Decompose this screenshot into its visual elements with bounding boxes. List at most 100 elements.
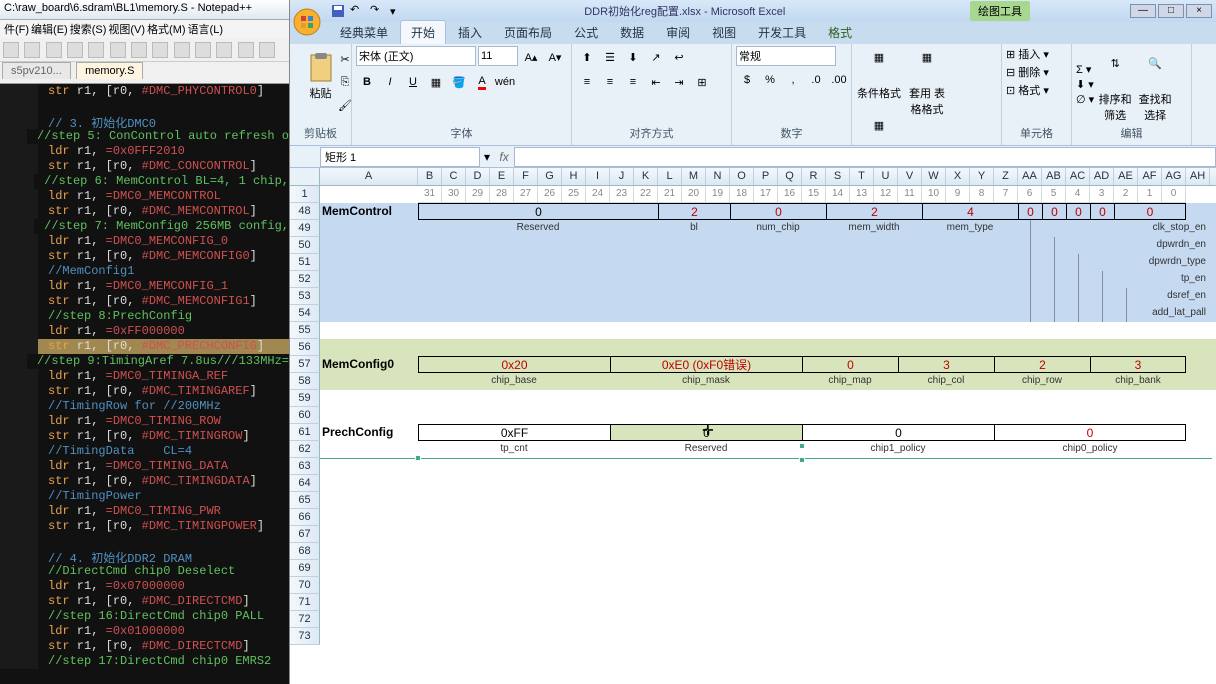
decrease-font-icon[interactable]: A▾ (544, 46, 566, 68)
column-header[interactable]: AH (1186, 168, 1210, 185)
column-header[interactable]: C (442, 168, 466, 185)
column-header[interactable]: F (514, 168, 538, 185)
column-header[interactable]: X (946, 168, 970, 185)
align-top-icon[interactable]: ⬆ (576, 46, 598, 68)
code-line[interactable]: //TimingData CL=4 (0, 444, 289, 459)
comma-icon[interactable]: , (782, 69, 804, 91)
column-header[interactable]: V (898, 168, 922, 185)
register-field[interactable]: 2 (658, 203, 730, 220)
ribbon-tab-格式[interactable]: 格式 (818, 21, 862, 44)
code-line[interactable]: ldr r1, =DMC0_TIMING_PWR (0, 504, 289, 519)
code-line[interactable]: str r1, [r0, #DMC_PHYCONTROL0] (0, 84, 289, 99)
redo-icon[interactable] (216, 42, 232, 58)
print-icon[interactable] (110, 42, 126, 58)
decrease-indent-icon[interactable]: ⇤ (645, 71, 667, 93)
row-header[interactable]: 49 (290, 220, 320, 237)
fill-icon[interactable]: ⬇ ▾ (1076, 78, 1094, 91)
save-icon[interactable] (46, 42, 62, 58)
row-header[interactable]: 69 (290, 560, 320, 577)
copy-icon[interactable]: ⎘ (334, 71, 356, 93)
column-header[interactable]: T (850, 168, 874, 185)
copy-icon[interactable] (152, 42, 168, 58)
register-field[interactable]: 0 (418, 203, 658, 220)
code-line[interactable]: //TimingPower (0, 489, 289, 504)
increase-decimal-icon[interactable]: .0 (805, 69, 827, 91)
code-line[interactable]: ldr r1, =DMC0_TIMING_DATA (0, 459, 289, 474)
column-header[interactable]: P (754, 168, 778, 185)
row-header[interactable]: 67 (290, 526, 320, 543)
column-header[interactable]: I (586, 168, 610, 185)
column-header[interactable]: S (826, 168, 850, 185)
row-header[interactable]: 57 (290, 356, 320, 373)
row-header[interactable]: 72 (290, 611, 320, 628)
code-line[interactable]: // 4. 初始化DDR2 DRAM (0, 549, 289, 564)
column-header[interactable]: B (418, 168, 442, 185)
row-header[interactable]: 48 (290, 203, 320, 220)
bold-button[interactable]: B (356, 71, 378, 93)
close-button[interactable]: × (1186, 4, 1212, 18)
notepad-tab-1[interactable]: memory.S (76, 62, 143, 79)
register-field[interactable]: 0 (802, 424, 994, 441)
row-header[interactable]: 51 (290, 254, 320, 271)
notepad-menu-item[interactable]: 搜索(S) (70, 24, 107, 36)
format-painter-icon[interactable]: 🖌 (334, 94, 356, 116)
column-header[interactable]: J (610, 168, 634, 185)
register-field[interactable]: 3 (898, 356, 994, 373)
office-button[interactable] (290, 0, 324, 44)
notepad-toolbar[interactable] (0, 38, 289, 62)
ribbon-tab-经典菜单[interactable]: 经典菜单 (330, 21, 398, 44)
code-line[interactable]: str r1, [r0, #DMC_TIMINGDATA] (0, 474, 289, 489)
ribbon-tab-视图[interactable]: 视图 (702, 21, 746, 44)
column-header[interactable]: AD (1090, 168, 1114, 185)
code-line[interactable]: ldr r1, =DMC0_MEMCONFIG_0 (0, 234, 289, 249)
register-field[interactable]: 0 (802, 356, 898, 373)
register-field[interactable]: 0xE0 (0xF0错误) (610, 356, 802, 373)
notepad-tab-0[interactable]: s5pv210... (2, 62, 71, 79)
column-header[interactable]: AG (1162, 168, 1186, 185)
font-color-icon[interactable]: A (471, 71, 493, 93)
row-header[interactable]: 50 (290, 237, 320, 254)
notepad-editor[interactable]: str r1, [r0, #DMC_PHYCONTROL0]// 3. 初始化D… (0, 84, 289, 684)
register-field[interactable]: 0x20 (418, 356, 610, 373)
replace-icon[interactable] (259, 42, 275, 58)
undo-icon[interactable]: ↶ (350, 3, 366, 19)
row-headers[interactable]: 1484950515253545556575859606162636465666… (290, 186, 320, 645)
column-header[interactable]: K (634, 168, 658, 185)
column-header[interactable]: U (874, 168, 898, 185)
column-header[interactable]: AF (1138, 168, 1162, 185)
column-header[interactable]: H (562, 168, 586, 185)
column-header[interactable]: M (682, 168, 706, 185)
code-line[interactable]: ldr r1, =0x0FFF2010 (0, 144, 289, 159)
autosum-icon[interactable]: Σ ▾ (1076, 63, 1094, 76)
column-header[interactable]: W (922, 168, 946, 185)
register-field[interactable]: 0 (994, 424, 1186, 441)
row-header[interactable]: 61 (290, 424, 320, 441)
row-header[interactable]: 64 (290, 475, 320, 492)
code-line[interactable]: //step 8:PrechConfig (0, 309, 289, 324)
ribbon-tab-开发工具[interactable]: 开发工具 (748, 21, 816, 44)
register-field[interactable]: 0 (1114, 203, 1186, 220)
align-left-icon[interactable]: ≡ (576, 71, 598, 93)
notepad-menu-item[interactable]: 件(F) (4, 24, 29, 36)
row-header[interactable]: 59 (290, 390, 320, 407)
register-field[interactable]: 0 (1066, 203, 1090, 220)
row-header[interactable]: 66 (290, 509, 320, 526)
find-select-button[interactable]: 🔍查找和 选择 (1136, 52, 1174, 118)
select-all-corner[interactable] (290, 168, 320, 185)
cut-icon[interactable]: ✂ (334, 48, 356, 70)
code-line[interactable]: //step 9:TimingAref 7.8us///133MHz= (0, 354, 289, 369)
wrap-text-icon[interactable]: ↩ (668, 46, 690, 68)
code-line[interactable]: str r1, [r0, #DMC_MEMCONFIG0] (0, 249, 289, 264)
qat-dropdown-icon[interactable]: ▾ (390, 5, 396, 18)
format-cells-button[interactable]: ⊡ 格式 ▾ (1006, 82, 1049, 98)
border-icon[interactable]: ▦ (425, 71, 447, 93)
cells-area[interactable]: 3130292827262524232221201918171615141312… (320, 186, 1216, 645)
insert-cells-button[interactable]: ⊞ 插入 ▾ (1006, 46, 1049, 62)
code-line[interactable]: str r1, [r0, #DMC_MEMCONFIG1] (0, 294, 289, 309)
fill-color-icon[interactable]: 🪣 (448, 71, 470, 93)
align-center-icon[interactable]: ≡ (599, 71, 621, 93)
cut-icon[interactable] (131, 42, 147, 58)
align-right-icon[interactable]: ≡ (622, 71, 644, 93)
code-line[interactable]: ldr r1, =0x07000000 (0, 579, 289, 594)
code-line[interactable]: str r1, [r0, #DMC_PRECHCONFIG] (0, 339, 289, 354)
